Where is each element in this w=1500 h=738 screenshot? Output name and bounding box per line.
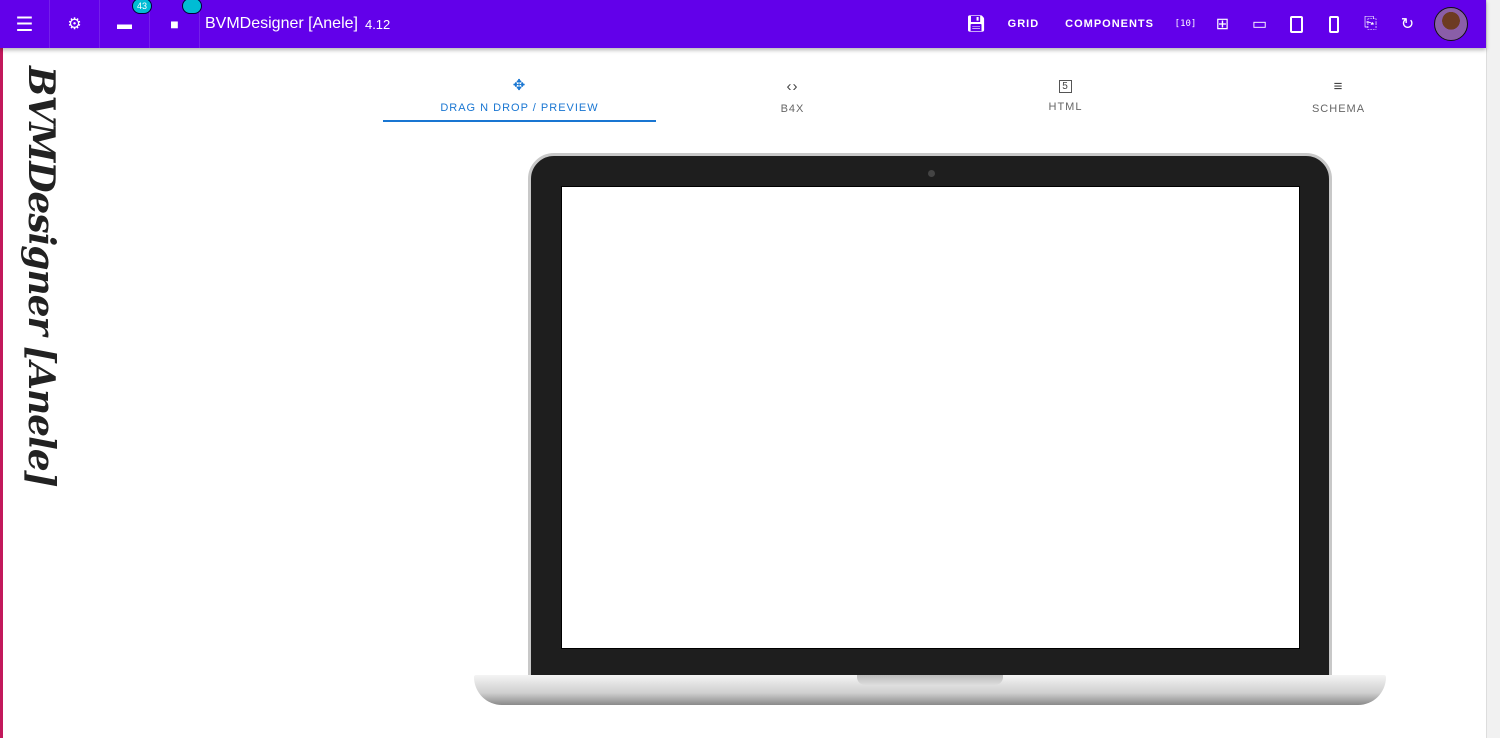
- tab-label: B4X: [780, 102, 805, 115]
- components-button[interactable]: COMPONENTS: [1052, 18, 1167, 30]
- app-version: 4.12: [364, 16, 391, 32]
- tablet-icon: [1290, 15, 1303, 33]
- tab-label: HTML: [1048, 100, 1083, 113]
- tablet-view-button[interactable]: [1278, 15, 1315, 33]
- move-icon: ✥: [512, 77, 527, 94]
- binary-icon: [10]: [1174, 19, 1197, 29]
- grid-layout-button[interactable]: ⊞: [1204, 14, 1241, 34]
- laptop-icon: ▭: [1251, 16, 1268, 33]
- laptop-preview: [528, 153, 1332, 678]
- toolbox-button[interactable]: ▬ 43: [100, 0, 152, 48]
- settings-button[interactable]: ⚙: [50, 0, 100, 48]
- tab-schema[interactable]: ≡ SCHEMA: [1202, 70, 1475, 122]
- box-icon: ■: [170, 16, 179, 32]
- save-button[interactable]: 💾︎: [958, 14, 995, 34]
- grid-button[interactable]: GRID: [995, 18, 1053, 30]
- app-title: BVMDesigner [Anele]: [205, 15, 358, 32]
- rotate-device-button[interactable]: ⎘: [1352, 15, 1389, 33]
- html5-icon: 5: [1059, 79, 1072, 93]
- tab-b4x[interactable]: ‹› B4X: [656, 70, 929, 122]
- components-box-button[interactable]: ■: [150, 0, 202, 48]
- toolbox-icon: ▬: [117, 15, 132, 33]
- tab-drag-n-drop[interactable]: ✥ DRAG N DROP / PREVIEW: [383, 70, 656, 122]
- menu-icon: ☰: [15, 13, 34, 36]
- avatar[interactable]: [1434, 7, 1468, 41]
- code-icon: ‹›: [786, 77, 799, 95]
- toolbox-badge: 43: [132, 0, 152, 14]
- menu-button[interactable]: ☰: [0, 0, 50, 48]
- scrollbar[interactable]: [1486, 0, 1500, 738]
- app-bar: ☰ ⚙ ▬ 43 ■ BVMDesigner [Anele] 4.12 💾︎ GR…: [0, 0, 1486, 48]
- save-icon: 💾︎: [966, 16, 987, 33]
- laptop-view-button[interactable]: ▭: [1241, 14, 1278, 34]
- laptop-base: [474, 675, 1386, 705]
- refresh-button[interactable]: ↻: [1389, 14, 1426, 34]
- database-icon: ≡: [1333, 77, 1344, 95]
- gears-icon: ⚙: [67, 16, 82, 33]
- preview-canvas[interactable]: [561, 186, 1300, 649]
- box-badge: [182, 0, 202, 14]
- camera-icon: [928, 170, 935, 177]
- side-title: BVMDesigner [Anele]: [20, 66, 62, 487]
- phone-icon: [1328, 15, 1339, 33]
- binary-button[interactable]: [10]: [1167, 19, 1204, 29]
- refresh-icon: ↻: [1400, 16, 1415, 33]
- tab-label: DRAG N DROP / PREVIEW: [440, 102, 599, 114]
- tab-html[interactable]: 5 HTML: [929, 70, 1202, 122]
- rotate-device-icon: ⎘: [1364, 15, 1377, 32]
- phone-view-button[interactable]: [1315, 15, 1352, 33]
- tab-label: SCHEMA: [1311, 102, 1366, 115]
- grid-icon: ⊞: [1215, 16, 1230, 33]
- tab-bar: ✥ DRAG N DROP / PREVIEW ‹› B4X 5 HTML ≡ SCHE…: [383, 70, 1475, 122]
- laptop-notch: [857, 675, 1003, 685]
